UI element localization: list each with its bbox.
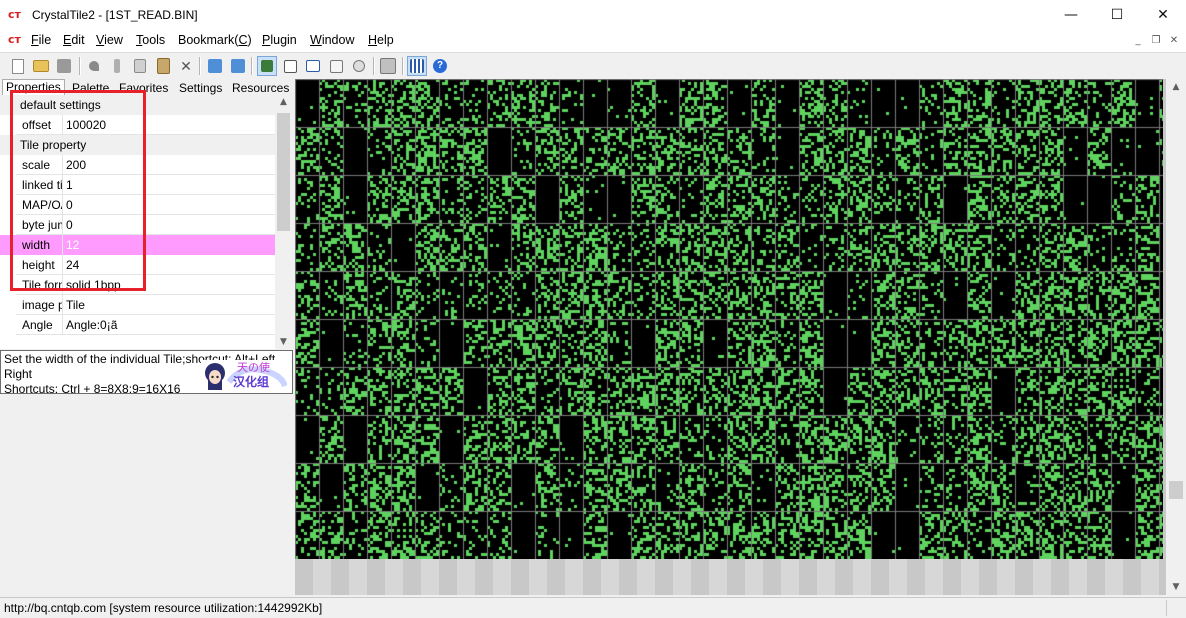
highlight-annotation — [10, 90, 146, 291]
save-icon[interactable] — [54, 56, 74, 76]
edit-icon[interactable] — [326, 56, 346, 76]
menu-plugin[interactable]: Plugin — [262, 33, 297, 47]
property-scrollbar[interactable]: ▲ ▼ — [275, 95, 292, 349]
title-bar: ᴄᴛ CrystalTile2 - [1ST_READ.BIN] — ☐ ✕ — [0, 0, 1186, 30]
translation-group-logo: 天の使 汉化组 — [201, 360, 288, 392]
menu-window[interactable]: Window — [310, 33, 354, 47]
property-row-image-pos[interactable]: image pos Tile — [0, 295, 275, 315]
mdi-restore-button[interactable]: ❐ — [1148, 34, 1164, 48]
mdi-minimize-button[interactable]: _ — [1130, 34, 1146, 48]
menu-view[interactable]: View — [96, 33, 123, 47]
toolbar-separator — [79, 57, 81, 75]
toolbar: ✕ ? — [0, 52, 1186, 79]
menu-bar: ᴄᴛ File Edit View Tools Bookmark(C) Plug… — [0, 30, 1186, 52]
toolbar-separator — [251, 57, 253, 75]
description-box: Set the width of the individual Tile;sho… — [0, 350, 293, 394]
viewer-scrollbar[interactable]: ▲ ▼ — [1166, 79, 1186, 595]
window-title: CrystalTile2 - [1ST_READ.BIN] — [32, 8, 198, 22]
paste-icon[interactable] — [153, 56, 173, 76]
menu-bookmark[interactable]: Bookmark(C) — [178, 33, 252, 47]
property-key: Angle — [22, 318, 53, 332]
status-text: http://bq.cntqb.com [system resource uti… — [4, 601, 323, 615]
menu-edit[interactable]: Edit — [63, 33, 85, 47]
tile-viewer[interactable] — [295, 79, 1166, 595]
resize-grip[interactable] — [1166, 600, 1185, 616]
open-folder-icon[interactable] — [31, 56, 51, 76]
help-icon[interactable]: ? — [430, 56, 450, 76]
new-file-icon[interactable] — [8, 56, 28, 76]
viewer-scroll-up-icon[interactable]: ▲ — [1166, 79, 1186, 95]
property-value[interactable]: Angle:0¡ã — [66, 318, 117, 332]
logo-text-top: 天の使 — [237, 361, 270, 374]
minimize-button[interactable]: — — [1048, 0, 1094, 30]
import-icon[interactable] — [205, 56, 225, 76]
undo-icon[interactable] — [84, 56, 104, 76]
property-row-angle[interactable]: Angle Angle:0¡ã — [0, 315, 275, 335]
tile-canvas[interactable] — [295, 79, 1163, 559]
menu-help[interactable]: Help — [368, 33, 394, 47]
toolbar-separator — [402, 57, 404, 75]
toolbar-separator — [373, 57, 375, 75]
grid-icon[interactable] — [407, 56, 427, 76]
viewer-scroll-down-icon[interactable]: ▼ — [1166, 579, 1186, 595]
scroll-thumb[interactable] — [277, 113, 290, 231]
menu-tools[interactable]: Tools — [136, 33, 165, 47]
tab-resources[interactable]: Resources — [229, 81, 292, 95]
scroll-down-icon[interactable]: ▼ — [275, 335, 292, 349]
delete-icon[interactable]: ✕ — [176, 56, 196, 76]
tab-settings[interactable]: Settings — [176, 81, 225, 95]
copy-icon[interactable] — [130, 56, 150, 76]
menu-file[interactable]: File — [31, 33, 51, 47]
mdi-app-icon[interactable]: ᴄᴛ — [8, 34, 26, 45]
hex-view-icon[interactable] — [280, 56, 300, 76]
close-button[interactable]: ✕ — [1140, 0, 1186, 30]
export-icon[interactable] — [228, 56, 248, 76]
property-key: image pos — [22, 298, 62, 312]
mdi-close-button[interactable]: ✕ — [1166, 34, 1182, 48]
status-bar: http://bq.cntqb.com [system resource uti… — [0, 597, 1186, 618]
text-view-icon[interactable] — [303, 56, 323, 76]
property-value[interactable]: Tile — [66, 298, 85, 312]
print-icon[interactable] — [378, 56, 398, 76]
cut-icon[interactable] — [107, 56, 127, 76]
toolbar-separator — [199, 57, 201, 75]
scroll-up-icon[interactable]: ▲ — [275, 95, 292, 109]
maximize-button[interactable]: ☐ — [1094, 0, 1140, 30]
logo-text-bottom: 汉化组 — [233, 375, 270, 389]
tile-view-icon[interactable] — [257, 56, 277, 76]
app-icon: ᴄᴛ — [8, 8, 21, 21]
search-icon[interactable] — [349, 56, 369, 76]
viewer-scroll-thumb[interactable] — [1169, 481, 1183, 499]
